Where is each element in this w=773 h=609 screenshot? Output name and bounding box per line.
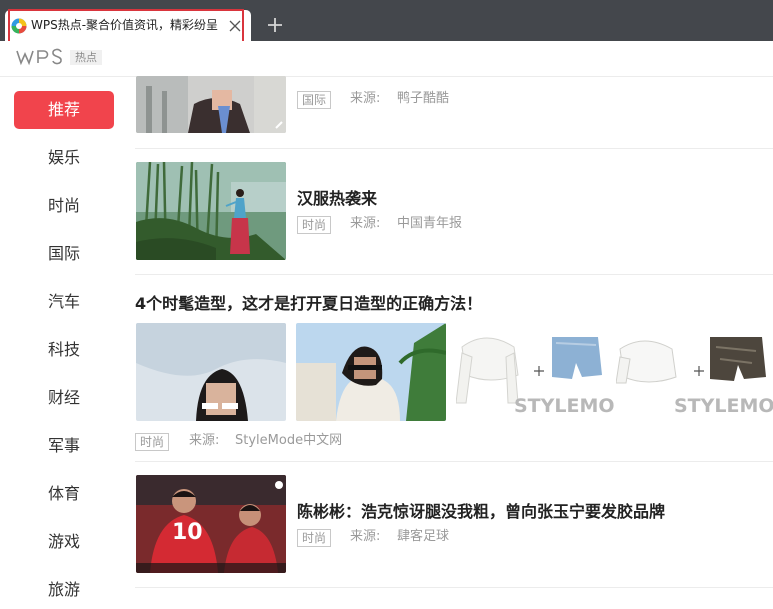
news-source: 肆客足球 — [397, 529, 450, 544]
news-source: 中国青年报 — [397, 216, 463, 231]
news-source-label: 来源: — [189, 433, 220, 448]
sidebar-item-recommend[interactable]: 推荐 — [14, 91, 114, 129]
wps-logo[interactable] — [16, 47, 68, 67]
feed-divider — [135, 148, 773, 149]
sidebar-item-finance[interactable]: 财经 — [14, 379, 114, 417]
sidebar-item-international[interactable]: 国际 — [14, 235, 114, 273]
news-thumbnail-hanfu[interactable] — [136, 162, 286, 260]
news-tag: 时尚 — [297, 216, 332, 234]
new-tab-plus-icon[interactable] — [266, 16, 284, 34]
news-title[interactable]: 陈彬彬：浩克惊讶腿没我粗，曾向张玉宁要发胶品牌 — [297, 498, 665, 522]
news-tag: 国际 — [297, 91, 332, 109]
news-thumbnail-politics[interactable] — [136, 76, 286, 133]
feed-divider — [135, 461, 773, 462]
app-header — [0, 41, 773, 77]
news-source-label: 来源: — [350, 216, 381, 231]
news-image-fashion-2[interactable] — [296, 323, 446, 421]
wps-hotspot-favicon-icon — [11, 18, 27, 34]
sidebar-item-auto[interactable]: 汽车 — [14, 283, 114, 321]
news-source: 鸭子酷酷 — [397, 91, 450, 106]
news-source-label: 来源: — [350, 529, 381, 544]
news-tag: 时尚 — [135, 433, 170, 451]
news-title[interactable]: 4个时髦造型，这才是打开夏日造型的正确方法！ — [135, 290, 482, 314]
feed-divider — [135, 587, 773, 588]
sidebar-item-games[interactable]: 游戏 — [14, 523, 114, 561]
news-tag: 时尚 — [297, 529, 332, 547]
styletext-watermark: STYLEMO — [514, 395, 615, 417]
sidebar-item-travel[interactable]: 旅游 — [14, 571, 114, 609]
close-tab-icon[interactable] — [228, 19, 242, 33]
sidebar-item-tech[interactable]: 科技 — [14, 331, 114, 369]
sidebar-item-military[interactable]: 军事 — [14, 427, 114, 465]
feed-divider — [135, 274, 773, 275]
news-source-label: 来源: — [350, 91, 381, 106]
sidebar-item-fashion[interactable]: 时尚 — [14, 187, 114, 225]
browser-tab-title: WPS热点-聚合价值资讯，精彩纷呈 — [31, 18, 219, 32]
news-image-fashion-1[interactable] — [136, 323, 286, 421]
news-thumbnail-football[interactable] — [136, 475, 286, 573]
news-source: StyleMode中文网 — [235, 433, 343, 448]
news-title[interactable]: 汉服热袭来 — [297, 185, 377, 209]
sidebar-item-sports[interactable]: 体育 — [14, 475, 114, 513]
styletext-watermark: STYLEMO — [674, 395, 773, 417]
sidebar-item-entertainment[interactable]: 娱乐 — [14, 139, 114, 177]
hotspot-badge: 热点 — [70, 50, 102, 65]
jersey-number: 10 — [172, 520, 203, 545]
